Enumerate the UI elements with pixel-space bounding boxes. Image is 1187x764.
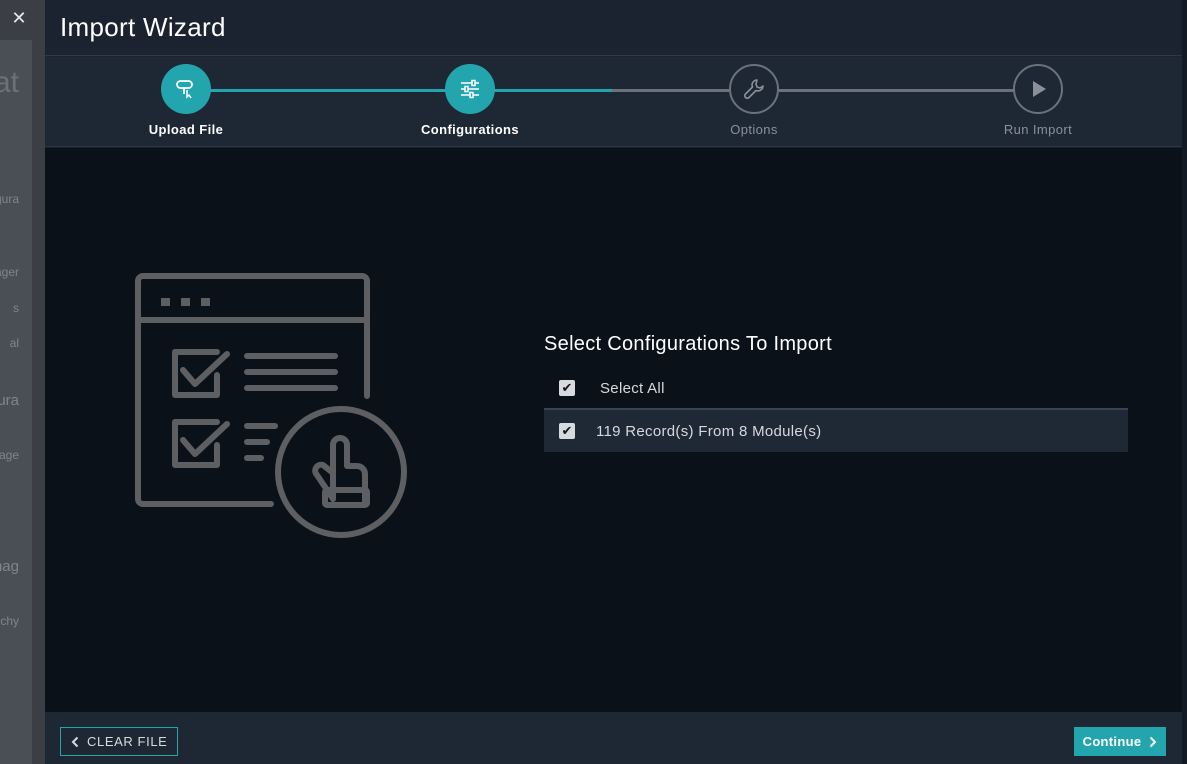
background-text: chy <box>0 614 19 628</box>
wizard-footer: CLEAR FILE Continue <box>45 712 1182 764</box>
step-label: Run Import <box>1003 122 1073 137</box>
step-label: Configurations <box>420 122 520 137</box>
list-item[interactable]: ✔ 119 Record(s) From 8 Module(s) <box>544 410 1128 452</box>
background-text: igura <box>0 392 19 409</box>
background-text: ager <box>0 265 19 279</box>
continue-label: Continue <box>1082 734 1142 749</box>
chevron-left-icon <box>71 736 79 747</box>
wizard-content: Select Configurations To Import ✔ Select… <box>45 148 1182 712</box>
background-page: ✕ cat igura ager s al igura age anag chy <box>0 0 45 764</box>
background-panel: cat igura ager s al igura age anag chy <box>0 40 32 764</box>
select-all-checkbox[interactable]: ✔ <box>559 380 575 396</box>
modal-title: Import Wizard <box>60 12 226 42</box>
step-label: Upload File <box>148 122 224 137</box>
background-text: anag <box>0 558 19 575</box>
play-icon <box>1013 64 1063 114</box>
import-wizard-modal: Import Wizard Upload File Configurations… <box>45 0 1187 764</box>
modal-edge <box>1182 0 1187 764</box>
wrench-icon <box>729 64 779 114</box>
clear-file-label: CLEAR FILE <box>87 734 168 749</box>
select-all-row[interactable]: ✔ Select All <box>544 368 1128 410</box>
sliders-icon <box>445 64 495 114</box>
step-configurations[interactable]: Configurations <box>370 64 570 137</box>
record-checkbox[interactable]: ✔ <box>559 423 575 439</box>
step-run-import[interactable]: Run Import <box>938 64 1138 137</box>
clear-file-button[interactable]: CLEAR FILE <box>60 727 179 756</box>
background-text: igura <box>0 192 19 206</box>
background-text: age <box>0 448 19 462</box>
select-title: Select Configurations To Import <box>544 333 832 355</box>
background-text: al <box>9 336 19 350</box>
select-all-label: Select All <box>600 379 665 397</box>
close-icon[interactable]: ✕ <box>9 8 29 28</box>
step-options[interactable]: Options <box>654 64 854 137</box>
chevron-right-icon <box>1150 736 1157 747</box>
record-label: 119 Record(s) From 8 Module(s) <box>596 422 822 440</box>
background-text: s <box>13 301 19 315</box>
modal-header: Import Wizard <box>45 0 1187 56</box>
configuration-selector: Select Configurations To Import ✔ Select… <box>544 333 1128 452</box>
checklist-illustration-icon <box>135 272 415 549</box>
wizard-steps: Upload File Configurations Options Run I… <box>45 57 1182 147</box>
step-label: Options <box>730 122 778 137</box>
step-upload-file[interactable]: Upload File <box>86 64 286 137</box>
background-text: cat <box>0 66 19 99</box>
continue-button[interactable]: Continue <box>1074 727 1166 756</box>
upload-file-icon <box>161 64 211 114</box>
